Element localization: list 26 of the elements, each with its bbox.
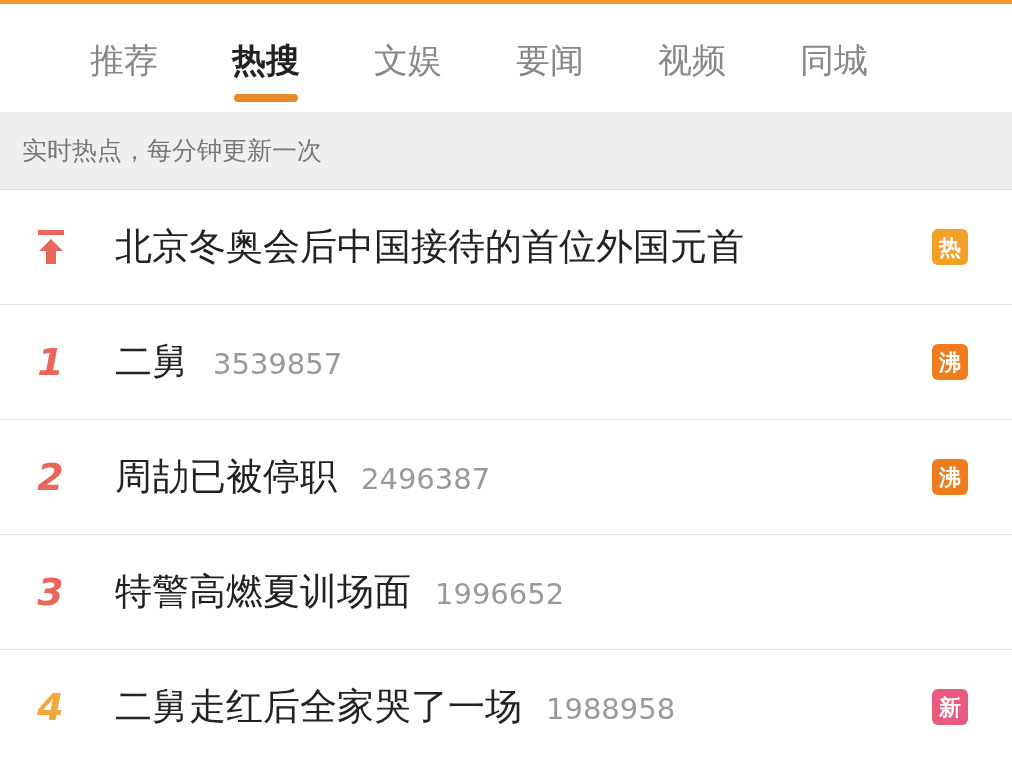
topic-title[interactable]: 二舅 (115, 334, 189, 390)
heat-label: 新 (932, 689, 968, 725)
topic-title[interactable]: 周劼已被停职 (115, 449, 337, 505)
tab[interactable]: 同城 (800, 38, 868, 106)
heat-count: 1996652 (435, 576, 565, 614)
heat-label: 沸 (932, 459, 968, 495)
topic-title[interactable]: 北京冬奥会后中国接待的首位外国元首 (115, 219, 744, 275)
heat-count: 2496387 (361, 461, 491, 499)
heat-label: 热 (932, 229, 968, 265)
tab[interactable]: 文娱 (374, 38, 442, 106)
rank-number: 4 (37, 683, 64, 731)
rank-number: 3 (37, 568, 64, 616)
rank-number: 2 (37, 453, 64, 501)
tab[interactable]: 推荐 (90, 38, 158, 106)
heat-label: 沸 (932, 344, 968, 380)
topic-title[interactable]: 特警高燃夏训场面 (115, 564, 411, 620)
heat-count: 3539857 (213, 346, 343, 384)
tab-indicator (234, 94, 298, 102)
notice-text: 实时热点，每分钟更新一次 (22, 134, 322, 167)
rank-number: 1 (37, 338, 64, 386)
topic-title[interactable]: 二舅走红后全家哭了一场 (115, 679, 522, 735)
pin-top-icon (37, 230, 64, 264)
tab[interactable]: 要闻 (516, 38, 584, 106)
tab[interactable]: 视频 (658, 38, 726, 106)
heat-count: 1988958 (546, 691, 676, 729)
tab[interactable]: 热搜 (232, 38, 300, 106)
